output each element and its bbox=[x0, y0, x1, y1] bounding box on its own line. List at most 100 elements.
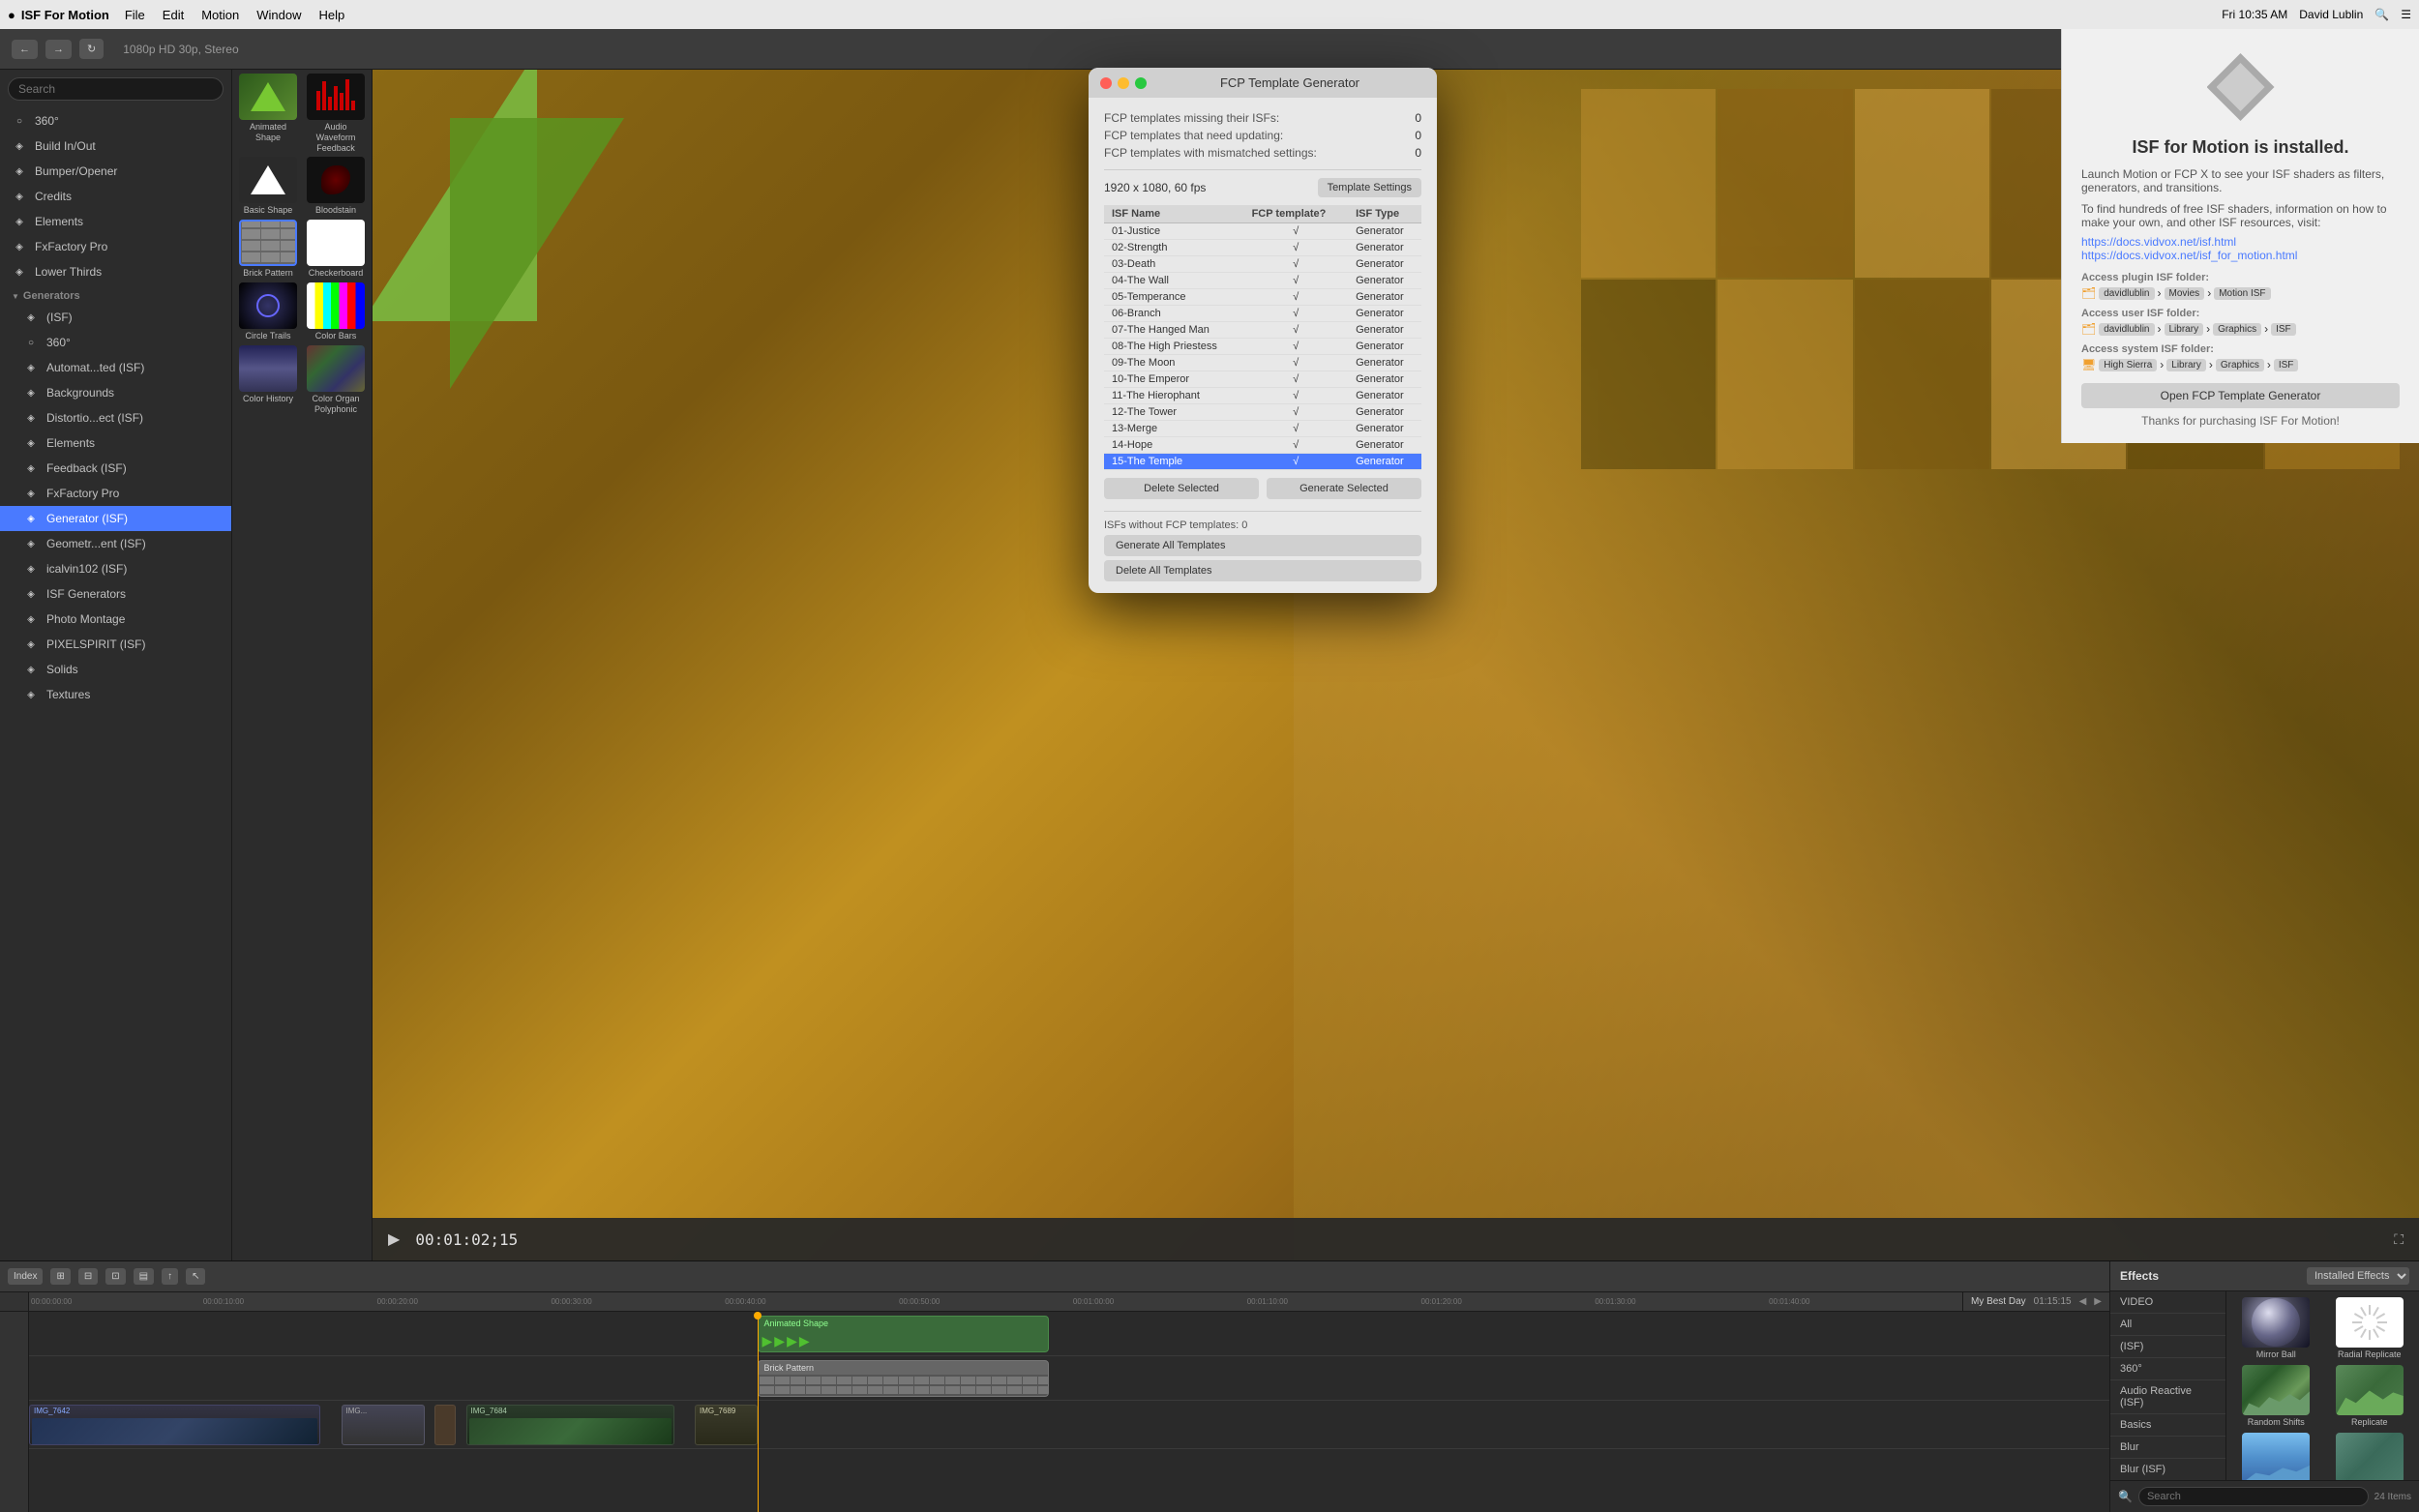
timeline-btn-index[interactable]: Index bbox=[8, 1268, 43, 1285]
modal-table-row-9[interactable]: 10-The Emperor √ Generator bbox=[1104, 371, 1421, 388]
gen-item-color-bars[interactable]: Color Bars bbox=[304, 282, 368, 341]
timeline-btn-cursor[interactable]: ↖ bbox=[186, 1268, 205, 1285]
effect-item-mirror-ball[interactable]: Mirror Ball bbox=[2232, 1297, 2320, 1359]
gen-item-brick-pattern[interactable]: Brick Pattern bbox=[236, 220, 300, 279]
effect-item-shake[interactable]: Shake bbox=[2326, 1433, 2414, 1480]
effects-cat-audio-reactive[interactable]: Audio Reactive (ISF) bbox=[2110, 1380, 2225, 1414]
gen-item-circle-trails[interactable]: Circle Trails bbox=[236, 282, 300, 341]
menu-file[interactable]: File bbox=[125, 8, 145, 22]
timeline-nav-right[interactable]: ▶ bbox=[2094, 1296, 2102, 1307]
modal-table-row-1[interactable]: 02-Strength √ Generator bbox=[1104, 240, 1421, 256]
effect-item-radial-replicate[interactable]: Radial Replicate bbox=[2326, 1297, 2414, 1359]
modal-max-btn[interactable] bbox=[1135, 77, 1147, 89]
toolbar-btn-1[interactable]: ← bbox=[12, 40, 38, 59]
modal-table-row-0[interactable]: 01-Justice √ Generator bbox=[1104, 223, 1421, 240]
sidebar-item-360-gen[interactable]: ○ 360° bbox=[0, 330, 231, 355]
timeline-btn-2[interactable]: ⊟ bbox=[78, 1268, 98, 1285]
modal-table-row-14[interactable]: 15-The Temple √ Generator bbox=[1104, 454, 1421, 470]
effect-item-replicate[interactable]: Replicate bbox=[2326, 1365, 2414, 1427]
timeline-btn-1[interactable]: ⊞ bbox=[50, 1268, 70, 1285]
modal-table-row-4[interactable]: 05-Temperance √ Generator bbox=[1104, 289, 1421, 306]
effects-dropdown[interactable]: Installed Effects bbox=[2307, 1267, 2409, 1285]
timeline-nav-left[interactable]: ◀ bbox=[2079, 1296, 2087, 1307]
sidebar-item-elements[interactable]: ◈ Elements bbox=[0, 209, 231, 234]
sidebar-item-build[interactable]: ◈ Build In/Out bbox=[0, 133, 231, 159]
sidebar-item-icalvin[interactable]: ◈ icalvin102 (ISF) bbox=[0, 556, 231, 581]
menu-help[interactable]: Help bbox=[318, 8, 344, 22]
sidebar-item-lower-thirds[interactable]: ◈ Lower Thirds bbox=[0, 259, 231, 284]
gen-item-basic-shape[interactable]: Basic Shape bbox=[236, 157, 300, 216]
modal-delete-all-btn[interactable]: Delete All Templates bbox=[1104, 560, 1421, 581]
sidebar-item-solids[interactable]: ◈ Solids bbox=[0, 657, 231, 682]
sidebar-item-fxfactory-gen[interactable]: ◈ FxFactory Pro bbox=[0, 481, 231, 506]
gen-item-color-history[interactable]: Color History bbox=[236, 345, 300, 415]
transport-fullscreen[interactable]: ⛶ bbox=[2394, 1231, 2404, 1248]
sidebar-item-credits[interactable]: ◈ Credits bbox=[0, 184, 231, 209]
modal-generate-selected-btn[interactable]: Generate Selected bbox=[1267, 478, 1421, 499]
sidebar-item-bumper[interactable]: ◈ Bumper/Opener bbox=[0, 159, 231, 184]
modal-generate-all-btn[interactable]: Generate All Templates bbox=[1104, 535, 1421, 556]
timeline-clip-animated[interactable]: Animated Shape ▶ ▶ ▶ ▶ bbox=[758, 1316, 1049, 1352]
modal-close-btn[interactable] bbox=[1100, 77, 1112, 89]
toolbar-btn-2[interactable]: → bbox=[45, 40, 72, 59]
timeline-clip-img7642[interactable]: IMG_7642 bbox=[29, 1405, 320, 1445]
timeline-btn-3[interactable]: ⊡ bbox=[105, 1268, 125, 1285]
modal-table-row-5[interactable]: 06-Branch √ Generator bbox=[1104, 306, 1421, 322]
sidebar-item-automat[interactable]: ◈ Automat...ted (ISF) bbox=[0, 355, 231, 380]
menu-icon[interactable]: ☰ bbox=[2401, 8, 2411, 21]
effects-search-input[interactable] bbox=[2138, 1487, 2369, 1506]
effects-cat-all[interactable]: All bbox=[2110, 1314, 2225, 1336]
sidebar-item-360[interactable]: ○ 360° bbox=[0, 108, 231, 133]
sidebar-item-distortion[interactable]: ◈ Distortio...ect (ISF) bbox=[0, 405, 231, 430]
timeline-clip-img7684[interactable]: IMG_7684 bbox=[466, 1405, 674, 1445]
sidebar-item-elements-gen[interactable]: ◈ Elements bbox=[0, 430, 231, 456]
modal-table-row-12[interactable]: 13-Merge √ Generator bbox=[1104, 421, 1421, 437]
modal-table-row-3[interactable]: 04-The Wall √ Generator bbox=[1104, 273, 1421, 289]
modal-table-row-10[interactable]: 11-The Hierophant √ Generator bbox=[1104, 388, 1421, 404]
sidebar-item-fxfactory[interactable]: ◈ FxFactory Pro bbox=[0, 234, 231, 259]
effects-cat-isf[interactable]: (ISF) bbox=[2110, 1336, 2225, 1358]
effects-cat-360[interactable]: 360° bbox=[2110, 1358, 2225, 1380]
transport-play[interactable]: ▶ bbox=[388, 1230, 400, 1249]
sidebar-item-geometry[interactable]: ◈ Geometr...ent (ISF) bbox=[0, 531, 231, 556]
gen-item-color-organ[interactable]: Color Organ Polyphonic bbox=[304, 345, 368, 415]
timeline-btn-4[interactable]: ▤ bbox=[134, 1268, 154, 1285]
modal-table-row-11[interactable]: 12-The Tower √ Generator bbox=[1104, 404, 1421, 421]
effects-cat-basics[interactable]: Basics bbox=[2110, 1414, 2225, 1437]
isf-open-fcp-btn[interactable]: Open FCP Template Generator bbox=[2081, 383, 2400, 408]
modal-table-row-6[interactable]: 07-The Hanged Man √ Generator bbox=[1104, 322, 1421, 339]
menu-motion[interactable]: Motion bbox=[201, 8, 239, 22]
sidebar-item-textures[interactable]: ◈ Textures bbox=[0, 682, 231, 707]
menu-window[interactable]: Window bbox=[256, 8, 301, 22]
isf-link-2[interactable]: https://docs.vidvox.net/isf_for_motion.h… bbox=[2081, 249, 2400, 262]
gen-item-audio-waveform[interactable]: Audio Waveform Feedback bbox=[304, 74, 368, 153]
sidebar-item-isf[interactable]: ◈ (ISF) bbox=[0, 305, 231, 330]
gen-item-animated-shape[interactable]: Animated Shape bbox=[236, 74, 300, 153]
sidebar-item-feedback[interactable]: ◈ Feedback (ISF) bbox=[0, 456, 231, 481]
modal-min-btn[interactable] bbox=[1118, 77, 1129, 89]
effects-cat-video[interactable]: VIDEO bbox=[2110, 1291, 2225, 1314]
effect-item-rotate[interactable]: Rotate bbox=[2232, 1433, 2320, 1480]
effect-item-random-shifts[interactable]: Random Shifts bbox=[2232, 1365, 2320, 1427]
gen-item-bloodstain[interactable]: Bloodstain bbox=[304, 157, 368, 216]
search-input[interactable] bbox=[8, 77, 224, 101]
timeline-btn-5[interactable]: ↑ bbox=[162, 1268, 178, 1285]
isf-link-1[interactable]: https://docs.vidvox.net/isf.html bbox=[2081, 235, 2400, 249]
timeline-clip-img7689[interactable]: IMG_7689 bbox=[695, 1405, 758, 1445]
search-icon[interactable]: 🔍 bbox=[2374, 8, 2389, 21]
toolbar-btn-refresh[interactable]: ↻ bbox=[79, 39, 104, 59]
modal-table-row-2[interactable]: 03-Death √ Generator bbox=[1104, 256, 1421, 273]
sidebar-item-generator-isf[interactable]: ◈ Generator (ISF) bbox=[0, 506, 231, 531]
effects-cat-blur-isf[interactable]: Blur (ISF) bbox=[2110, 1459, 2225, 1480]
sidebar-item-photo-montage[interactable]: ◈ Photo Montage bbox=[0, 607, 231, 632]
modal-delete-selected-btn[interactable]: Delete Selected bbox=[1104, 478, 1259, 499]
sidebar-item-pixelspirit[interactable]: ◈ PIXELSPIRIT (ISF) bbox=[0, 632, 231, 657]
modal-table-row-13[interactable]: 14-Hope √ Generator bbox=[1104, 437, 1421, 454]
timeline-clip-img3[interactable] bbox=[434, 1405, 456, 1445]
timeline-clip-img2[interactable]: IMG... bbox=[342, 1405, 425, 1445]
gen-item-checkerboard[interactable]: Checkerboard bbox=[304, 220, 368, 279]
menu-edit[interactable]: Edit bbox=[163, 8, 184, 22]
modal-settings-btn[interactable]: Template Settings bbox=[1318, 178, 1421, 197]
timeline-clip-brick[interactable]: Brick Pattern bbox=[758, 1360, 1049, 1397]
modal-table-row-7[interactable]: 08-The High Priestess √ Generator bbox=[1104, 339, 1421, 355]
